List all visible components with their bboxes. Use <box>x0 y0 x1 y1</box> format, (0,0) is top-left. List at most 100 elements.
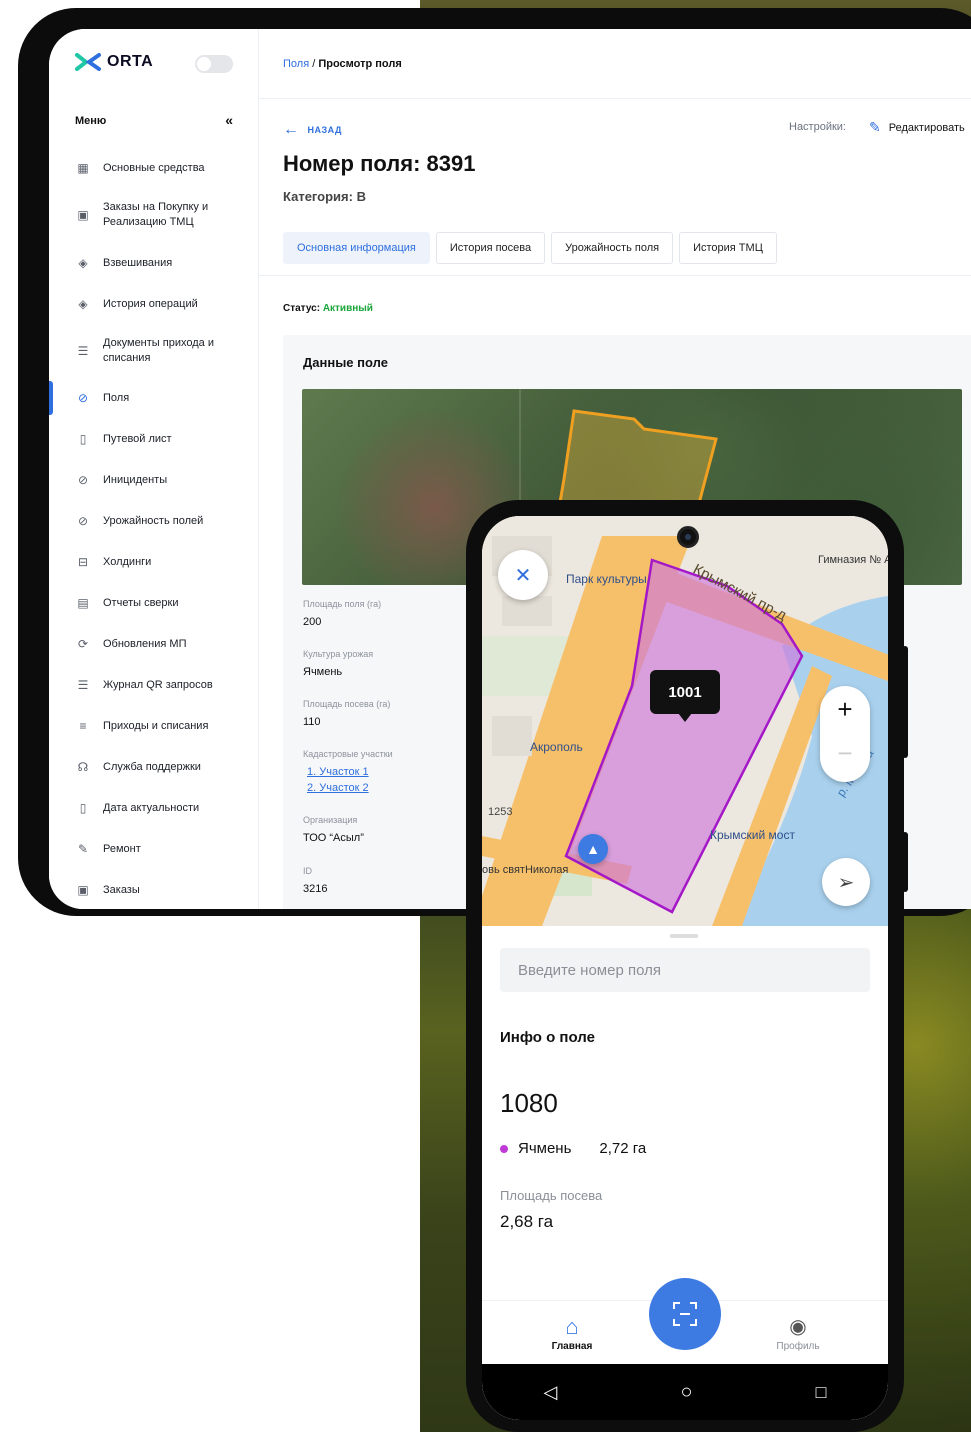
home-icon: ⌂ <box>565 1314 579 1339</box>
crop-color-dot <box>500 1144 508 1153</box>
map-label-gymnasium: Гимназия № А. С. Гри <box>818 554 888 566</box>
tab-bar: Основная информация История посева Урожа… <box>283 232 777 264</box>
area-label: Площадь поля (га) <box>303 599 382 609</box>
headset-icon: ☊ <box>77 760 89 774</box>
logo-text: ORTA <box>107 53 154 70</box>
menu-title: Меню <box>75 115 107 127</box>
back-nav-icon[interactable]: ◁ <box>544 1382 558 1403</box>
tab-sowing-history[interactable]: История посева <box>435 232 546 264</box>
cash-icon: ▣ <box>77 883 89 897</box>
page-title: Номер поля: 8391 <box>283 151 476 176</box>
zoom-in-button[interactable]: + <box>820 694 870 725</box>
scan-icon <box>673 1302 697 1326</box>
map-label-park: Парк культуры <box>566 572 647 586</box>
status: Статус: Активный <box>283 303 373 314</box>
menu-header: Меню « <box>75 113 233 127</box>
tab-tmc-history[interactable]: История ТМЦ <box>679 232 777 264</box>
report-icon: ▤ <box>77 596 89 610</box>
phone-side-button <box>902 646 908 758</box>
map-label-nikolai: овь святНиколая <box>482 864 569 876</box>
divider <box>259 275 971 276</box>
compass-icon: ⊘ <box>77 391 89 405</box>
stage: ORTA Меню « ▦ Основные средства ▣ Заказы н… <box>0 0 971 1432</box>
breadcrumb-fields-link[interactable]: Поля <box>283 58 309 70</box>
layers-icon: ◈ <box>78 256 88 270</box>
nav-home[interactable]: ⌂ Главная <box>532 1313 612 1352</box>
info-title: Инфо о поле <box>500 1029 595 1046</box>
system-nav-bar: ◁ ○ □ <box>482 1364 888 1420</box>
cadastral-link-1[interactable]: 1. Участок 1 <box>307 766 369 778</box>
crop-area: 2,72 га <box>599 1140 647 1157</box>
layers-icon: ◈ <box>78 297 88 311</box>
recents-nav-icon[interactable]: □ <box>816 1382 827 1403</box>
topbar: Поля / Просмотр поля <box>259 29 971 99</box>
front-camera <box>677 526 699 548</box>
map-label-bridge: Крымский мост <box>710 828 795 842</box>
zoom-out-button[interactable]: − <box>820 738 870 769</box>
sown-area-value: 110 <box>303 716 321 728</box>
org-label: Организация <box>303 815 358 825</box>
breadcrumb-current: Просмотр поля <box>318 58 402 70</box>
compass-icon: ⊘ <box>77 473 89 487</box>
map-label-akropol: Акрополь <box>530 740 583 754</box>
refresh-icon: ⟳ <box>77 637 89 651</box>
navigate-button[interactable]: ➢ <box>822 858 870 906</box>
briefcase-icon: ⊟ <box>77 555 89 569</box>
grid-icon: ▦ <box>77 161 89 175</box>
phone-power-button <box>902 832 908 892</box>
stack-icon: ☰ <box>77 344 89 358</box>
list-filter-icon: ≡ <box>79 719 87 733</box>
status-label: Статус: <box>283 303 321 314</box>
edit-label: Редактировать <box>888 121 965 134</box>
cadastral-link-2[interactable]: 2. Участок 2 <box>307 782 369 794</box>
field-number: 1080 <box>500 1088 558 1118</box>
scan-button[interactable] <box>649 1278 721 1350</box>
id-label: ID <box>303 866 312 876</box>
active-indicator <box>49 381 53 415</box>
street-map[interactable]: Парк культуры Гимназия № А. С. Гри Акроп… <box>482 516 888 926</box>
id-value: 3216 <box>303 883 328 895</box>
edit-button[interactable]: ✎ Редактировать <box>869 119 965 136</box>
map-label-building: 1253 <box>488 806 513 818</box>
field-tooltip: 1001 <box>650 670 720 722</box>
wrench-icon: ✎ <box>77 842 89 856</box>
theme-toggle[interactable] <box>195 55 233 73</box>
document-icon: ▯ <box>79 432 87 446</box>
card-title: Данные поле <box>303 355 388 370</box>
collapse-menu-icon[interactable]: « <box>225 113 233 127</box>
breadcrumb: Поля / Просмотр поля <box>283 58 402 70</box>
phone-icon: ▯ <box>79 801 87 815</box>
nav-home-label: Главная <box>551 1341 593 1352</box>
area-value: 200 <box>303 616 322 628</box>
phone-frame: Парк культуры Гимназия № А. С. Гри Акроп… <box>466 500 908 1432</box>
settings-label: Настройки: <box>789 121 846 133</box>
status-value: Активный <box>322 303 373 314</box>
tab-main-info[interactable]: Основная информация <box>283 232 430 264</box>
sown-area-value: 2,68 га <box>500 1212 554 1231</box>
compass-icon: ⊘ <box>77 514 89 528</box>
stack-icon: ☰ <box>77 678 89 692</box>
arrow-left-icon: ← <box>283 121 300 138</box>
profile-icon: ◉ <box>789 1316 807 1338</box>
crop-name: Ячмень <box>518 1140 572 1157</box>
logo[interactable]: ORTA <box>75 53 153 71</box>
tab-field-yield[interactable]: Урожайность поля <box>551 232 674 264</box>
sheet-handle[interactable] <box>670 934 698 938</box>
close-map-button[interactable]: ✕ <box>498 550 548 600</box>
field-number-input[interactable] <box>500 948 870 992</box>
nav-profile[interactable]: ◉ Профиль <box>758 1313 838 1352</box>
navigation-arrow-icon: ➢ <box>837 871 855 894</box>
orta-logo-icon <box>75 53 101 71</box>
nav-profile-label: Профиль <box>776 1341 820 1352</box>
crop-row: Ячмень 2,72 га <box>500 1140 646 1157</box>
category: Категория: B <box>283 189 366 204</box>
crop-value: Ячмень <box>303 666 343 678</box>
sown-area-label: Площадь посева (га) <box>303 699 391 709</box>
close-icon: ✕ <box>514 564 532 587</box>
crop-label: Культура урожая <box>303 649 374 659</box>
location-marker-icon: ▲ <box>578 834 608 864</box>
org-value: ТОО “Асыл” <box>303 832 364 844</box>
back-button[interactable]: ← НАЗАД <box>283 121 342 139</box>
sidebar: ORTA Меню « ▦ Основные средства ▣ Заказы н… <box>49 29 259 909</box>
home-nav-icon[interactable]: ○ <box>680 1381 692 1404</box>
